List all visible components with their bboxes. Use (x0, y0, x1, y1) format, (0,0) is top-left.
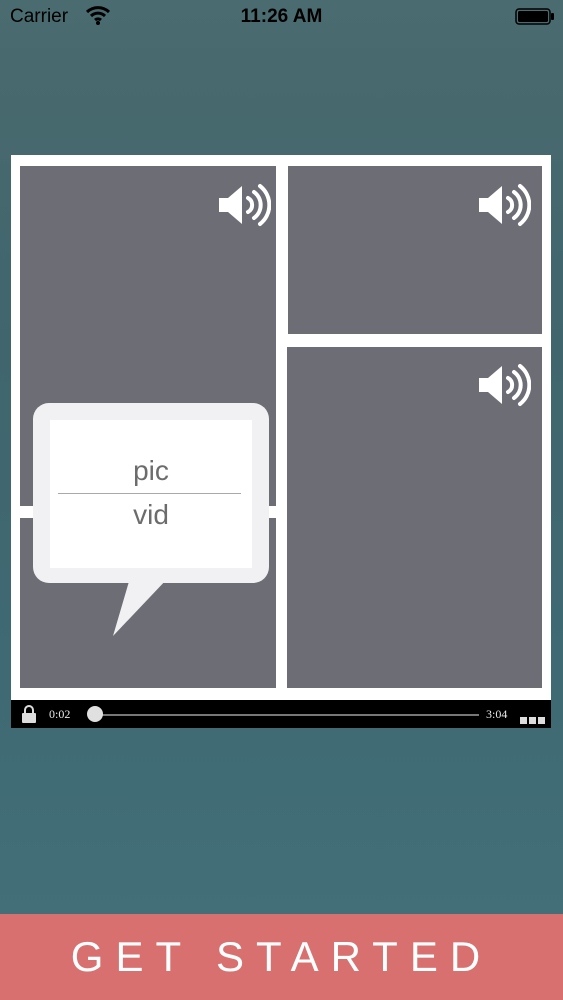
scrubber-track[interactable] (96, 714, 479, 716)
popup-tail (113, 578, 168, 636)
divider (58, 493, 241, 494)
total-time: 3:04 (486, 707, 508, 721)
lock-icon[interactable] (21, 705, 37, 724)
speaker-icon[interactable] (477, 182, 531, 228)
status-bar: Carrier 11:26 AM (0, 0, 563, 36)
elapsed-time: 0:02 (49, 707, 71, 721)
clock: 11:26 AM (240, 6, 323, 27)
scrubber-thumb[interactable] (87, 706, 103, 722)
speaker-icon[interactable] (217, 182, 271, 228)
media-type-popup: pic vid (33, 403, 269, 583)
video-controls: 0:02 3:04 (11, 700, 551, 728)
media-tile[interactable] (287, 347, 542, 688)
speaker-icon[interactable] (477, 362, 531, 408)
battery-icon (515, 8, 554, 25)
option-vid[interactable]: vid (50, 499, 252, 531)
more-dots-icon[interactable] (520, 711, 547, 729)
popup-content: pic vid (50, 420, 252, 568)
media-tile[interactable] (288, 166, 542, 334)
option-pic[interactable]: pic (50, 455, 252, 487)
get-started-button[interactable]: GET STARTED (0, 914, 563, 1000)
